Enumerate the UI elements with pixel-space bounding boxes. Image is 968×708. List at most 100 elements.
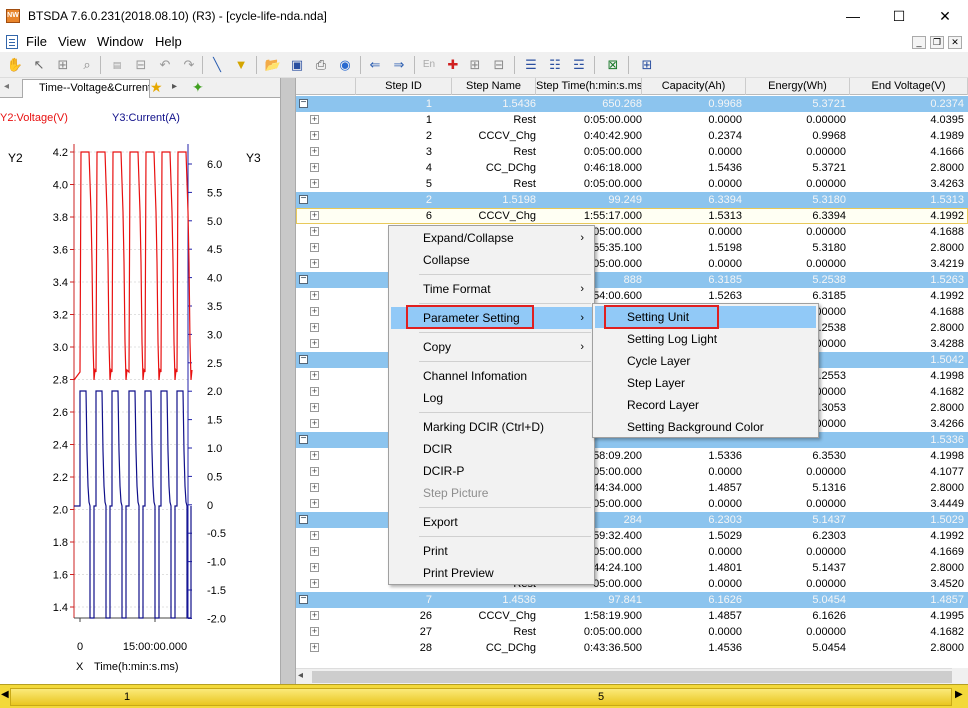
- timeline-track[interactable]: 1 5: [10, 688, 952, 706]
- expand-icon[interactable]: +: [310, 627, 319, 636]
- expand-icon[interactable]: +: [310, 131, 319, 140]
- hand-tool-icon[interactable]: ✋: [6, 56, 24, 74]
- fit-icon[interactable]: ⊟: [132, 56, 150, 74]
- step-icon[interactable]: ⊞: [466, 56, 484, 74]
- table-row[interactable]: +27 Rest 0:05:00.000 0.0000 0.00000 4.1682: [296, 624, 968, 640]
- maximize-button[interactable]: ☐: [876, 0, 922, 32]
- expand-icon[interactable]: +: [310, 563, 319, 572]
- expand-icon[interactable]: +: [310, 227, 319, 236]
- cycle-row[interactable]: − 7 1.4536 97.841 6.1626 5.0454 1.4857: [296, 592, 968, 608]
- excel-export-icon[interactable]: ⊠: [604, 56, 622, 74]
- cycle-icon[interactable]: ⊟: [490, 56, 508, 74]
- menu-item-channel-infomation[interactable]: Channel Infomation: [391, 365, 592, 387]
- table-row[interactable]: +28 CC_DChg 0:43:36.500 1.4536 5.0454 2.8000: [296, 640, 968, 656]
- mdi-restore-button[interactable]: ❐: [930, 36, 944, 49]
- menu-item-log[interactable]: Log: [391, 387, 592, 409]
- undo-icon[interactable]: ↶: [156, 56, 174, 74]
- layout-icon[interactable]: ⊞: [638, 56, 656, 74]
- timeline-left-icon[interactable]: ◀: [1, 689, 9, 700]
- header-end-voltage[interactable]: End Voltage(V): [850, 78, 968, 95]
- menu-item-print-preview[interactable]: Print Preview: [391, 562, 592, 584]
- header-step-name[interactable]: Step Name: [452, 78, 536, 95]
- expand-icon[interactable]: +: [310, 243, 319, 252]
- expand-icon[interactable]: +: [310, 451, 319, 460]
- menu-item-expand-collapse[interactable]: Expand/Collapse ›: [391, 227, 592, 249]
- expand-icon[interactable]: +: [310, 611, 319, 620]
- menu-item-copy[interactable]: Copy ›: [391, 336, 592, 358]
- mdi-close-button[interactable]: ✕: [948, 36, 962, 49]
- zoom-area-icon[interactable]: ⊞: [54, 56, 72, 74]
- expand-icon[interactable]: +: [310, 371, 319, 380]
- marker-icon[interactable]: ✚: [444, 56, 462, 74]
- cycle-row[interactable]: − 2 1.5198 99.249 6.3394 5.3180 1.5313: [296, 192, 968, 208]
- tab-time-voltage-current[interactable]: Time--Voltage&Current: [22, 79, 150, 98]
- timeline-right-icon[interactable]: ▶: [955, 689, 963, 700]
- minimize-button[interactable]: —: [830, 0, 876, 32]
- redo-icon[interactable]: ↷: [180, 56, 198, 74]
- expand-icon[interactable]: +: [310, 211, 319, 220]
- previous-icon[interactable]: ⇐: [366, 56, 384, 74]
- table-row[interactable]: +5 Rest 0:05:00.000 0.0000 0.00000 3.4263: [296, 176, 968, 192]
- table-layout-3-icon[interactable]: ☲: [570, 56, 588, 74]
- favorite-star-icon[interactable]: ★: [150, 79, 163, 96]
- table-layout-2-icon[interactable]: ☷: [546, 56, 564, 74]
- menu-item-export[interactable]: Export: [391, 511, 592, 533]
- timeline-bar[interactable]: ◀ 1 5 ▶: [0, 684, 968, 708]
- table-row[interactable]: +26 CCCV_Chg 1:58:19.900 1.4857 6.1626 4.1995: [296, 608, 968, 624]
- menu-item-print[interactable]: Print: [391, 540, 592, 562]
- expand-icon[interactable]: +: [310, 467, 319, 476]
- table-row[interactable]: +1 Rest 0:05:00.000 0.0000 0.00000 4.0395: [296, 112, 968, 128]
- submenu-item-step-layer[interactable]: Step Layer: [595, 372, 816, 394]
- expand-icon[interactable]: +: [310, 483, 319, 492]
- expand-icon[interactable]: +: [310, 579, 319, 588]
- menu-item-collapse[interactable]: Collapse: [391, 249, 592, 271]
- mdi-minimize-button[interactable]: _: [912, 36, 926, 49]
- menu-view[interactable]: View: [58, 34, 86, 49]
- expand-icon[interactable]: +: [310, 499, 319, 508]
- expand-icon[interactable]: +: [310, 387, 319, 396]
- table-row[interactable]: +4 CC_DChg 0:46:18.000 1.5436 5.3721 2.8000: [296, 160, 968, 176]
- scroll-thumb[interactable]: [312, 671, 952, 683]
- expand-icon[interactable]: +: [310, 115, 319, 124]
- next-icon[interactable]: ⇒: [390, 56, 408, 74]
- expand-icon[interactable]: +: [310, 419, 319, 428]
- en-icon[interactable]: En: [420, 56, 438, 74]
- expand-icon[interactable]: +: [310, 179, 319, 188]
- expand-icon[interactable]: +: [310, 163, 319, 172]
- expand-icon[interactable]: +: [310, 403, 319, 412]
- panel-splitter[interactable]: [280, 78, 296, 684]
- scroll-left-icon[interactable]: ◂: [298, 670, 303, 681]
- table-row[interactable]: +2 CCCV_Chg 0:40:42.900 0.2374 0.9968 4.1989: [296, 128, 968, 144]
- collapse-icon[interactable]: −: [299, 274, 308, 284]
- print-icon[interactable]: ⎙: [312, 56, 330, 74]
- zoom-icon[interactable]: ⌕: [78, 56, 96, 74]
- help-icon[interactable]: ◉: [336, 56, 354, 74]
- collapse-icon[interactable]: −: [299, 514, 308, 524]
- expand-icon[interactable]: +: [310, 259, 319, 268]
- expand-icon[interactable]: +: [310, 547, 319, 556]
- expand-icon[interactable]: +: [310, 147, 319, 156]
- close-button[interactable]: ✕: [922, 0, 968, 32]
- collapse-icon[interactable]: −: [299, 194, 308, 204]
- header-energy[interactable]: Energy(Wh): [746, 78, 850, 95]
- collapse-icon[interactable]: −: [299, 354, 308, 364]
- add-star-icon[interactable]: ✦: [192, 79, 204, 96]
- menu-item-marking-dcir-ctrl-d[interactable]: Marking DCIR (Ctrl+D): [391, 416, 592, 438]
- line-tool-icon[interactable]: ╲: [208, 56, 226, 74]
- expand-icon[interactable]: +: [310, 643, 319, 652]
- cycle-row[interactable]: − 1 1.5436 650.268 0.9968 5.3721 0.2374: [296, 96, 968, 112]
- open-folder-icon[interactable]: 📂: [264, 56, 282, 74]
- tab-scroll-left-icon[interactable]: ◂: [4, 81, 9, 92]
- header-step-time[interactable]: Step Time(h:min:s.ms): [536, 78, 642, 95]
- submenu-item-record-layer[interactable]: Record Layer: [595, 394, 816, 416]
- collapse-icon[interactable]: −: [299, 434, 308, 444]
- filter-icon[interactable]: ▼: [232, 56, 250, 74]
- expand-icon[interactable]: +: [310, 307, 319, 316]
- menu-file[interactable]: File: [26, 34, 47, 49]
- menu-window[interactable]: Window: [97, 34, 143, 49]
- table-row[interactable]: +3 Rest 0:05:00.000 0.0000 0.00000 4.1666: [296, 144, 968, 160]
- tab-scroll-right-icon[interactable]: ▸: [172, 81, 177, 92]
- submenu-item-cycle-layer[interactable]: Cycle Layer: [595, 350, 816, 372]
- menu-item-dcir[interactable]: DCIR: [391, 438, 592, 460]
- table-row[interactable]: +6 CCCV_Chg 1:55:17.000 1.5313 6.3394 4.1992: [296, 208, 968, 224]
